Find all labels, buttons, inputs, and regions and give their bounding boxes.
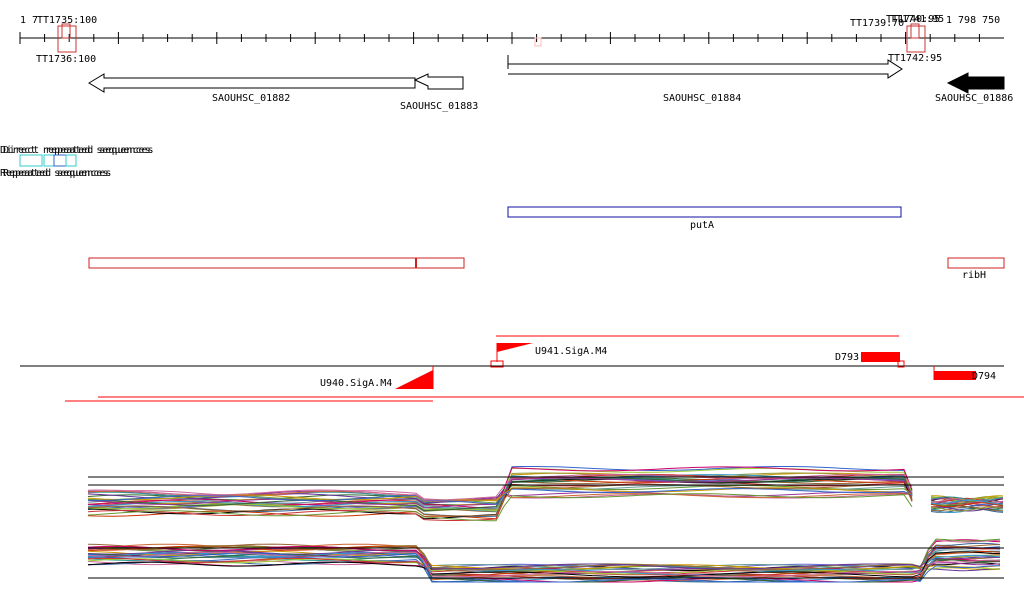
segment-track: U941.SigA.M4 D793 U940.SigA.M4 D794 — [20, 335, 1024, 402]
expression-profiles-minus — [87, 538, 1001, 583]
genome-browser-canvas: 1 7 1 798 750 TT1735:100 TT1736:100 TT17… — [0, 14, 1024, 583]
tss-box[interactable] — [57, 25, 77, 53]
segment-flag[interactable] — [395, 370, 433, 389]
segment-block[interactable] — [934, 371, 976, 380]
operon-box-putA[interactable] — [507, 206, 902, 218]
operon-box-ribH[interactable] — [947, 257, 1005, 269]
tss-label: TT1735:100 — [37, 15, 97, 26]
repeat-box[interactable] — [53, 154, 67, 167]
operon-track: putA ribH — [88, 206, 1005, 281]
ruler-start-label: 1 7 — [20, 15, 38, 26]
gene-label: SAOUHSC_01886 — [935, 93, 1013, 104]
operon-box[interactable] — [88, 257, 417, 269]
repeat-track: Direct repeated sequences Direct repeate… — [0, 145, 154, 179]
segment-label: D794 — [972, 371, 996, 382]
segment-label: D793 — [835, 352, 859, 363]
gene-label: SAOUHSC_01884 — [663, 93, 741, 104]
repeat-box[interactable] — [65, 154, 77, 167]
repeat-box[interactable] — [19, 154, 43, 167]
operon-label: ribH — [962, 270, 986, 281]
tss-label: TT1742:95 — [888, 53, 942, 64]
gene-arrow[interactable] — [413, 73, 464, 90]
expression-profiles-plus — [87, 466, 1004, 522]
ruler-end-label: 1 798 750 — [946, 15, 1000, 26]
genome-browser-view: 1 7 1 798 750 TT1735:100 TT1736:100 TT17… — [0, 0, 1024, 611]
segment-block[interactable] — [861, 352, 900, 362]
tss-label: TT1741:95 — [890, 14, 944, 25]
gene-arrow[interactable] — [946, 72, 1005, 94]
segment-label: U941.SigA.M4 — [535, 346, 607, 357]
segment-label: U940.SigA.M4 — [320, 378, 392, 389]
segment-flag[interactable] — [497, 343, 533, 352]
gene-label: SAOUHSC_01883 — [400, 101, 478, 112]
operon-label: putA — [690, 220, 714, 231]
gene-track: SAOUHSC_01882 SAOUHSC_01883 SAOUHSC_0188… — [88, 55, 1013, 112]
operon-box[interactable] — [415, 257, 465, 269]
repeat-label: Direct repeated sequences — [3, 145, 154, 156]
repeat-label: Repeated sequences — [3, 168, 111, 179]
repeat-box[interactable] — [43, 154, 55, 167]
tss-box[interactable] — [906, 25, 926, 53]
tss-box[interactable] — [534, 37, 542, 47]
gene-label: SAOUHSC_01882 — [212, 93, 290, 104]
gene-arrow[interactable] — [507, 55, 903, 79]
tss-label: TT1736:100 — [36, 54, 96, 65]
gene-arrow[interactable] — [88, 73, 416, 93]
